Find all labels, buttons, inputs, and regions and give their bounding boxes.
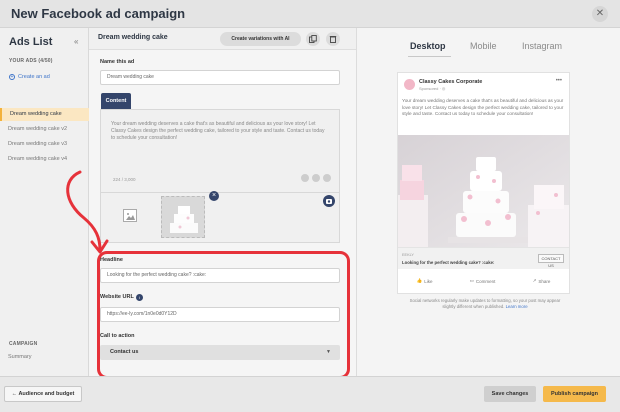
comment-label: Comment — [475, 278, 496, 284]
active-tab-indicator — [408, 56, 451, 57]
create-ad-link[interactable]: + Create an ad — [9, 74, 50, 80]
tab-desktop[interactable]: Desktop — [410, 41, 446, 51]
highlight-box — [97, 251, 350, 379]
tab-content[interactable]: Content — [101, 93, 131, 109]
wedding-cake-image — [398, 135, 569, 247]
uploaded-image-thumbnail[interactable] — [161, 196, 205, 238]
your-ads-section-label: YOUR ADS (4/50) — [9, 58, 53, 64]
share-label: Share — [538, 278, 551, 284]
publish-campaign-button[interactable]: Publish campaign — [543, 386, 606, 402]
facebook-post-preview: Classy Cakes Corporate Sponsored · ◎ •••… — [397, 72, 570, 294]
tab-mobile[interactable]: Mobile — [470, 41, 497, 51]
remove-image-icon[interactable]: × — [209, 191, 219, 201]
delete-button[interactable] — [326, 32, 340, 46]
close-icon[interactable]: ✕ — [592, 6, 608, 22]
content-text: Your dream wedding deserves a cake that'… — [111, 121, 325, 141]
ad-name-input[interactable]: Dream wedding cake — [100, 70, 340, 85]
emoji-icon[interactable] — [301, 174, 309, 182]
page-name: Classy Cakes Corporate — [419, 79, 483, 85]
save-changes-button[interactable]: Save changes — [484, 386, 536, 402]
sidebar-item-ad-4[interactable]: Dream wedding cake v4 — [0, 153, 89, 166]
trash-icon — [329, 36, 337, 43]
upload-media-button[interactable] — [323, 195, 335, 207]
campaign-section-label: CAMPAIGN — [9, 341, 38, 347]
footer-bar: ← Audience and budget Save changes Publi… — [0, 376, 620, 412]
share-icon: ↗ — [532, 278, 537, 283]
post-text: Your dream wedding deserves a cake that'… — [402, 98, 564, 116]
sidebar-title: Ads List — [9, 36, 53, 48]
comment-action: ▭ Comment — [470, 278, 496, 284]
duplicate-button[interactable] — [306, 32, 320, 46]
audience-and-budget-button[interactable]: ← Audience and budget — [4, 386, 82, 402]
link-domain: EEKLY — [402, 253, 414, 257]
share-action: ↗ Share — [533, 278, 551, 284]
window-title: New Facebook ad campaign — [11, 6, 186, 21]
collapse-icon[interactable]: « — [74, 37, 78, 46]
contact-us-button: CONTACT US — [538, 254, 564, 268]
media-uploader: × — [100, 191, 340, 243]
page-avatar — [404, 79, 415, 90]
character-count: 224 / 3,000 — [113, 177, 136, 182]
image-icon — [126, 213, 135, 220]
link-headline: Looking for the perfect wedding cake? :c… — [402, 260, 495, 265]
formatting-note: Social networks regularly make updates t… — [405, 298, 565, 310]
like-action: 👍 Like — [417, 278, 433, 284]
sidebar-item-ad-2[interactable]: Dream wedding cake v2 — [0, 123, 89, 136]
sidebar-item-summary[interactable]: Summary — [0, 351, 89, 364]
editor-header: Dream wedding cake Create variations wit… — [89, 28, 356, 50]
copy-icon — [309, 35, 317, 43]
content-tools — [301, 174, 331, 182]
add-image-button[interactable] — [123, 209, 137, 222]
like-label: Like — [424, 278, 433, 284]
tab-instagram[interactable]: Instagram — [522, 41, 562, 51]
cake-thumbnail-image — [162, 197, 204, 237]
annotation-arrow — [66, 170, 109, 254]
ad-name-label: Name this ad — [100, 59, 135, 65]
ad-title: Dream wedding cake — [98, 34, 168, 41]
sponsored-label: Sponsored · ◎ — [419, 86, 446, 91]
comment-icon: ▭ — [469, 278, 474, 283]
post-actions: 👍 Like ▭ Comment ↗ Share — [398, 271, 569, 291]
sidebar-item-ad-3[interactable]: Dream wedding cake v3 — [0, 138, 89, 151]
plus-icon: + — [9, 74, 15, 80]
content-textarea[interactable]: Your dream wedding deserves a cake that'… — [100, 109, 340, 193]
formatting-note-text: Social networks regularly make updates t… — [409, 298, 561, 309]
hashtag-icon[interactable] — [312, 174, 320, 182]
ai-icon[interactable] — [323, 174, 331, 182]
ad-preview-panel: Desktop Mobile Instagram Classy Cakes Co… — [356, 28, 620, 376]
more-options-icon: ••• — [555, 78, 562, 84]
learn-more-link[interactable]: Learn more — [506, 304, 528, 309]
camera-icon — [326, 199, 332, 204]
create-ad-label: Create an ad — [18, 74, 50, 80]
thumbs-up-icon: 👍 — [416, 278, 423, 283]
sidebar-item-ad-1[interactable]: Dream wedding cake — [0, 108, 89, 121]
link-preview-bar: EEKLY Looking for the perfect wedding ca… — [398, 247, 569, 269]
create-variations-button[interactable]: Create variations with AI — [220, 32, 301, 46]
title-bar: New Facebook ad campaign ✕ — [0, 0, 620, 28]
